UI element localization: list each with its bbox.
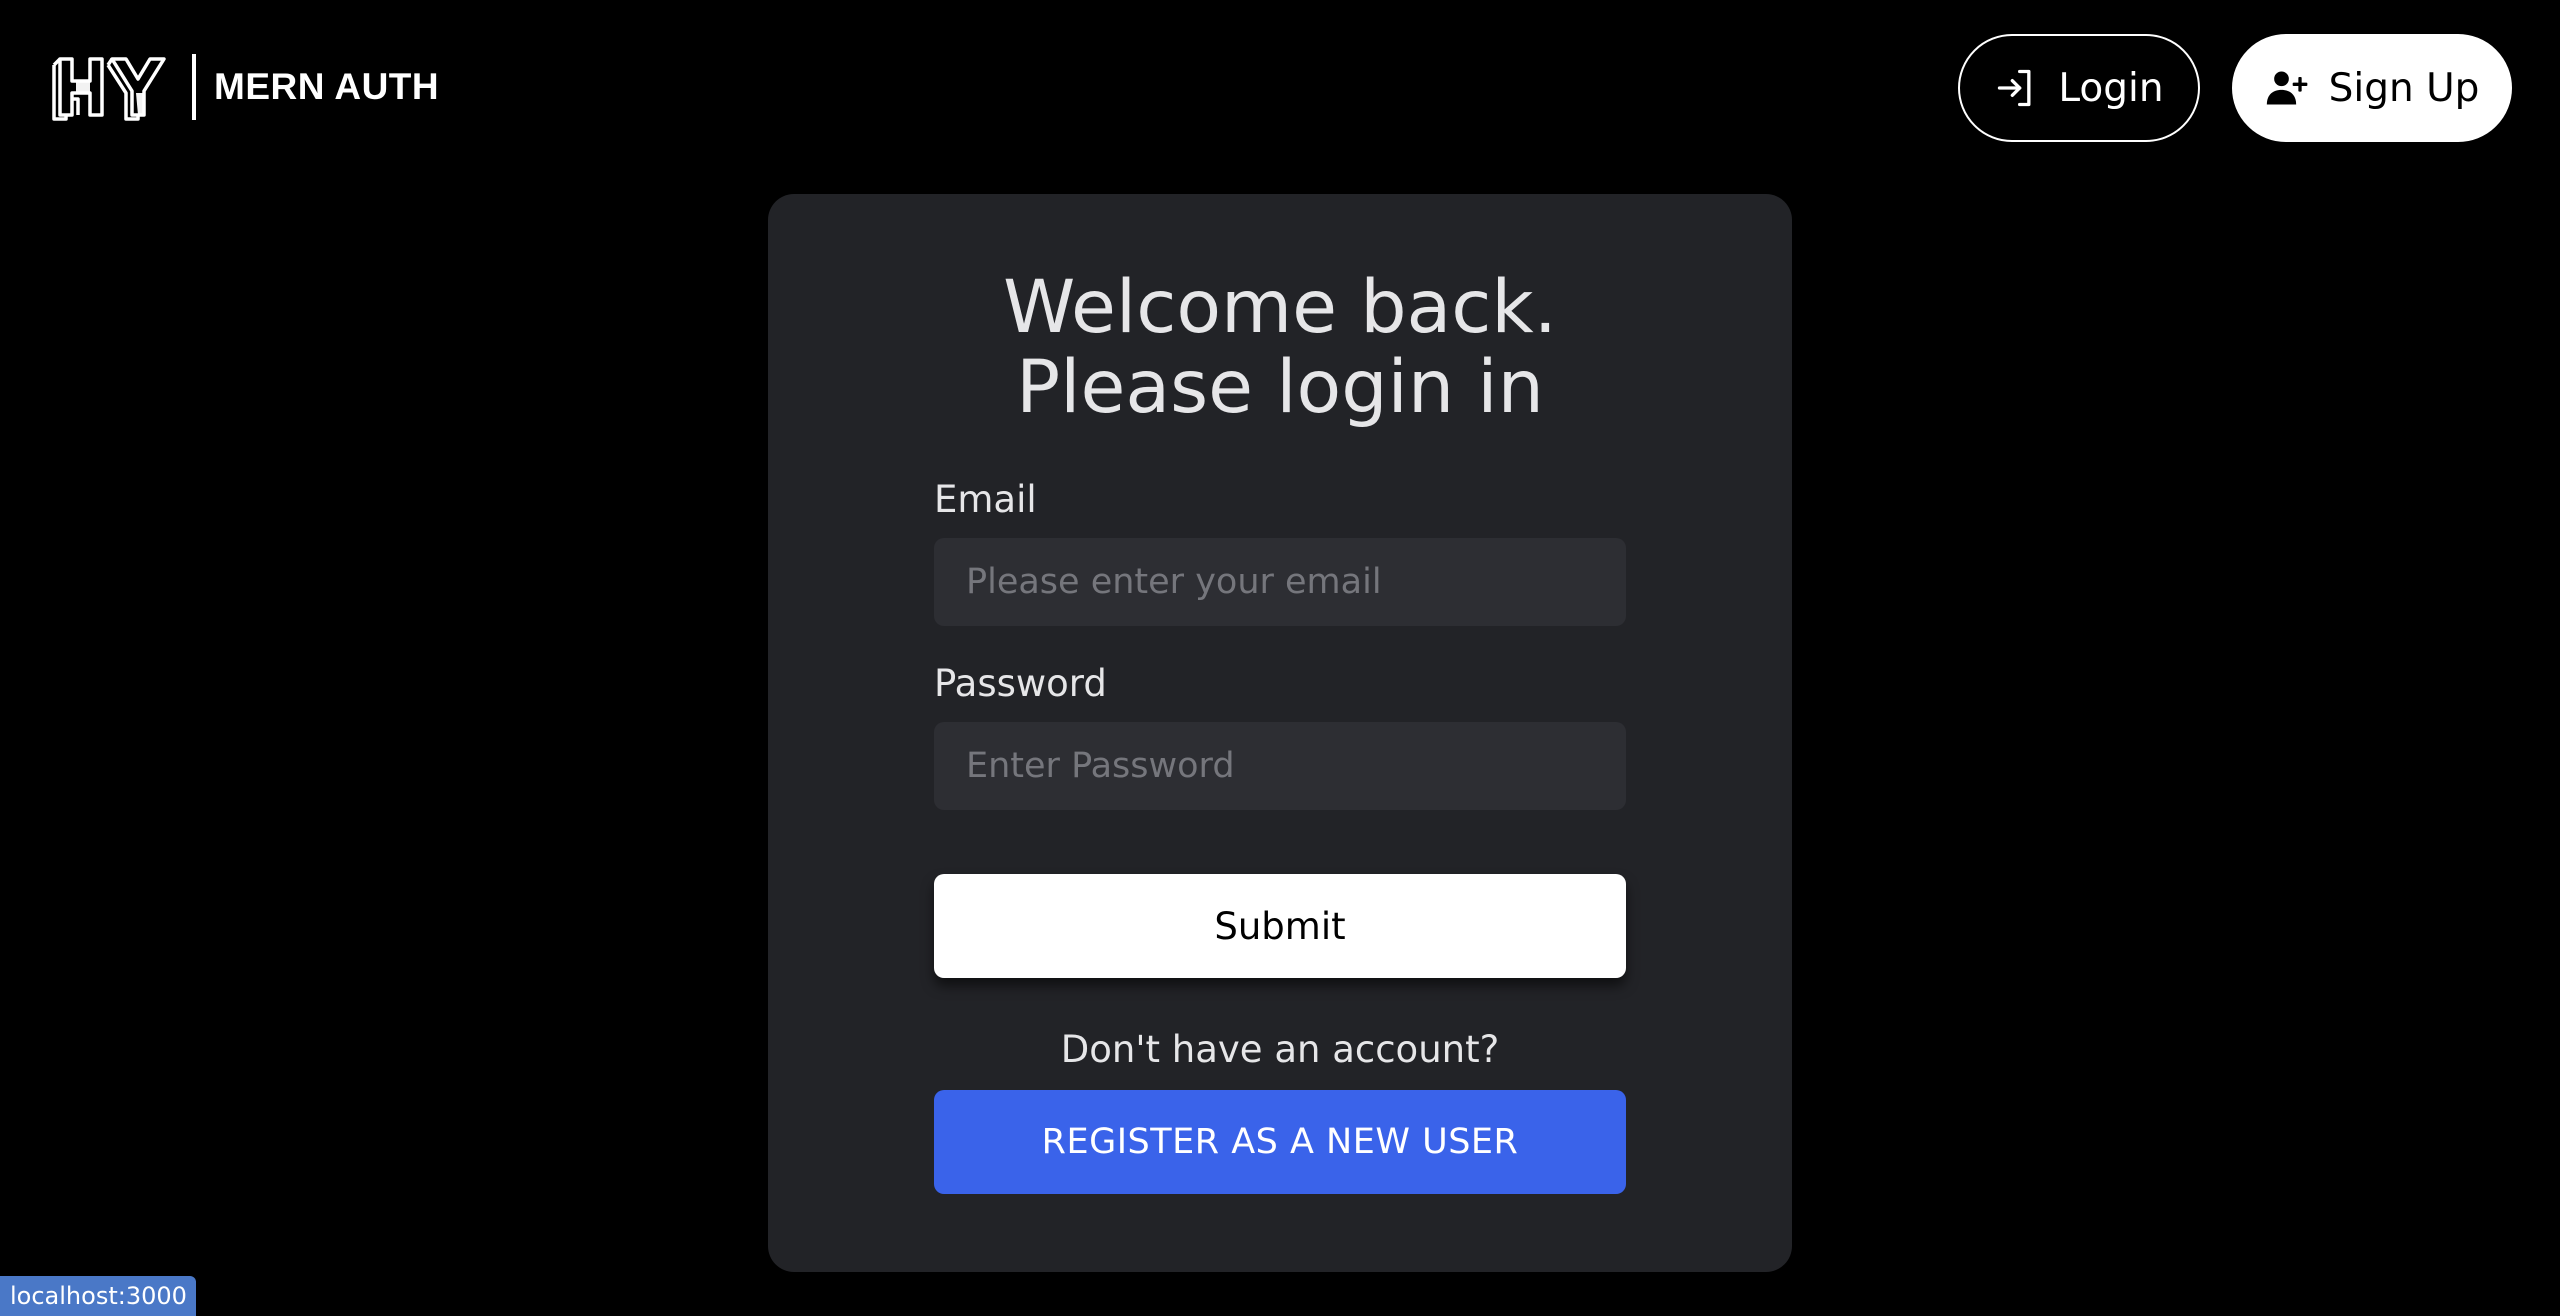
password-input[interactable] xyxy=(934,722,1626,810)
brand-divider xyxy=(192,54,196,120)
login-nav-button[interactable]: Login xyxy=(1958,34,2200,142)
login-card: Welcome back. Please login in Email Pass… xyxy=(768,194,1792,1272)
brand[interactable]: MERN AUTH xyxy=(50,52,439,122)
submit-button[interactable]: Submit xyxy=(934,874,1626,978)
title-line-2: Please login in xyxy=(1016,345,1544,430)
login-nav-label: Login xyxy=(2058,65,2164,111)
email-input[interactable] xyxy=(934,538,1626,626)
brand-name: MERN AUTH xyxy=(214,66,440,107)
password-label: Password xyxy=(934,662,1107,705)
register-button[interactable]: REGISTER AS A NEW USER xyxy=(934,1090,1626,1194)
login-arrow-icon xyxy=(1994,66,2038,110)
email-label: Email xyxy=(934,478,1037,521)
no-account-text: Don't have an account? xyxy=(1060,1028,1500,1071)
status-url: localhost:3000 xyxy=(0,1276,196,1316)
page-title: Welcome back. Please login in xyxy=(768,268,1792,428)
title-line-1: Welcome back. xyxy=(1003,265,1557,350)
hy-logo-icon xyxy=(52,57,166,121)
app-header: MERN AUTH Login Sign Up xyxy=(0,0,2560,176)
user-plus-icon xyxy=(2265,66,2309,110)
signup-nav-button[interactable]: Sign Up xyxy=(2232,34,2512,142)
signup-nav-label: Sign Up xyxy=(2328,65,2480,111)
